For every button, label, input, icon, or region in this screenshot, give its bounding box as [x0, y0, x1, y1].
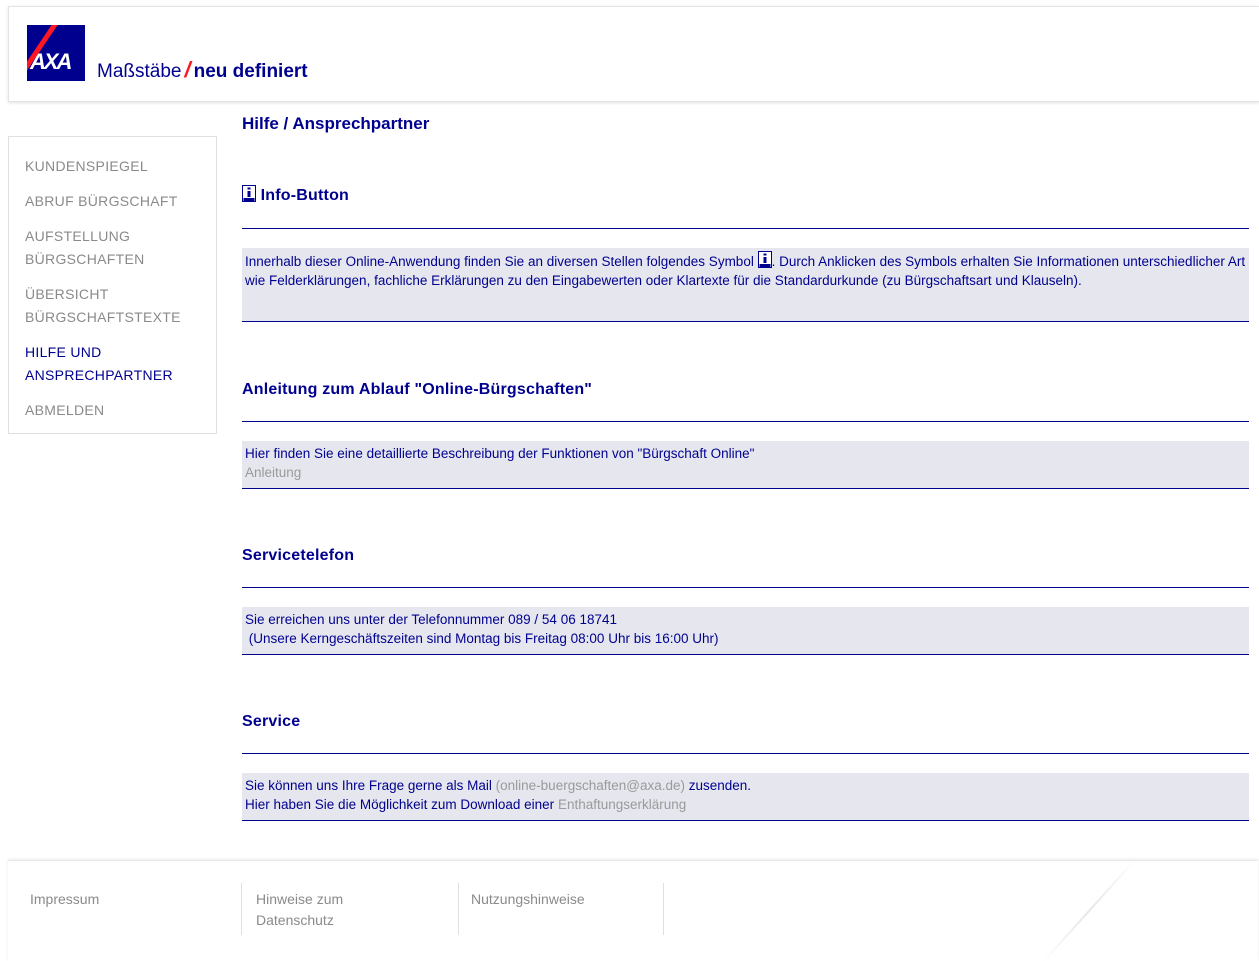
service-mail-link[interactable]: (online-buergschaften@axa.de) — [496, 778, 685, 793]
divider — [242, 587, 1249, 588]
section-heading-anleitung: Anleitung zum Ablauf "Online-Bürgschafte… — [242, 381, 593, 398]
service-mail-text-after: zusenden. — [688, 778, 752, 793]
footer-decoration — [1041, 861, 1137, 961]
sidebar-item-uebersicht-buergschaftstexte[interactable]: ÜBERSICHT BÜRGSCHAFTSTEXTE — [25, 283, 195, 329]
section-heading-info: Info-Button — [242, 185, 1249, 205]
anleitung-text: Hier finden Sie eine detaillierte Beschr… — [245, 446, 755, 461]
info-heading-text: Info-Button — [260, 187, 350, 204]
sidebar-item-aufstellung-buergschaften[interactable]: AUFSTELLUNG BÜRGSCHAFTEN — [25, 225, 155, 271]
footer-link-impressum[interactable]: Impressum — [30, 889, 99, 910]
sidebar-item-hilfe-ansprechpartner[interactable]: HILFE UND ANSPRECHPARTNER — [25, 341, 185, 387]
info-panel: Innerhalb dieser Online-Anwendung finden… — [242, 248, 1249, 322]
info-text-before: Innerhalb dieser Online-Anwendung finden… — [245, 254, 754, 269]
service-line2: Hier haben Sie die Möglichkeit zum Downl… — [245, 795, 1246, 814]
axa-logo[interactable]: AXA — [27, 25, 85, 81]
tagline-part2: neu definiert — [193, 61, 308, 82]
telefon-line2: (Unsere Kerngeschäftszeiten sind Montag … — [245, 631, 719, 646]
service-line1: Sie können uns Ihre Frage gerne als Mail… — [245, 776, 1246, 795]
footer-link-datenschutz[interactable]: Hinweise zum Datenschutz — [256, 889, 343, 931]
divider — [242, 228, 1249, 229]
page-title: Hilfe / Ansprechpartner — [242, 114, 430, 133]
service-panel: Sie können uns Ihre Frage gerne als Mail… — [242, 773, 1249, 821]
section-heading-service: Service — [242, 713, 301, 730]
servicetelefon-panel: Sie erreichen uns unter der Telefonnumme… — [242, 607, 1249, 655]
footer-separator — [663, 883, 664, 935]
footer-link-nutzungshinweise-label: Nutzungshinweise — [471, 891, 585, 907]
footer-separator — [241, 883, 242, 935]
info-icon — [757, 251, 772, 268]
tagline-slash: / — [184, 57, 191, 82]
service-download-text: Hier haben Sie die Möglichkeit zum Downl… — [245, 797, 555, 812]
footer-link-datenschutz-line2: Datenschutz — [256, 912, 334, 928]
header: AXA Maßstäbe / neu definiert — [8, 6, 1259, 102]
sidebar-item-kundenspiegel[interactable]: KUNDENSPIEGEL — [25, 155, 210, 178]
footer-link-impressum-label: Impressum — [30, 891, 100, 907]
sidebar-item-abmelden[interactable]: ABMELDEN — [25, 399, 210, 422]
tagline-part1: Maßstäbe — [97, 61, 182, 82]
divider — [242, 421, 1249, 422]
section-heading-servicetelefon: Servicetelefon — [242, 547, 355, 564]
anleitung-link[interactable]: Anleitung — [245, 463, 1246, 482]
sidebar-item-abruf-buergschaft[interactable]: ABRUF BÜRGSCHAFT — [25, 190, 210, 213]
footer: Impressum Hinweise zum Datenschutz Nutzu… — [8, 860, 1258, 961]
service-download-link[interactable]: Enthaftungserklärung — [558, 797, 686, 812]
tagline: Maßstäbe / neu definiert — [97, 57, 308, 83]
footer-link-datenschutz-line1: Hinweise zum — [256, 891, 344, 907]
info-icon — [242, 185, 256, 202]
footer-separator — [458, 883, 459, 935]
service-mail-text: Sie können uns Ihre Frage gerne als Mail — [245, 778, 492, 793]
divider — [242, 753, 1249, 754]
telefon-line1: Sie erreichen uns unter der Telefonnumme… — [245, 612, 617, 627]
anleitung-panel: Hier finden Sie eine detaillierte Beschr… — [242, 441, 1249, 489]
footer-link-nutzungshinweise[interactable]: Nutzungshinweise — [471, 889, 585, 910]
sidebar-nav: KUNDENSPIEGEL ABRUF BÜRGSCHAFT AUFSTELLU… — [8, 136, 217, 434]
